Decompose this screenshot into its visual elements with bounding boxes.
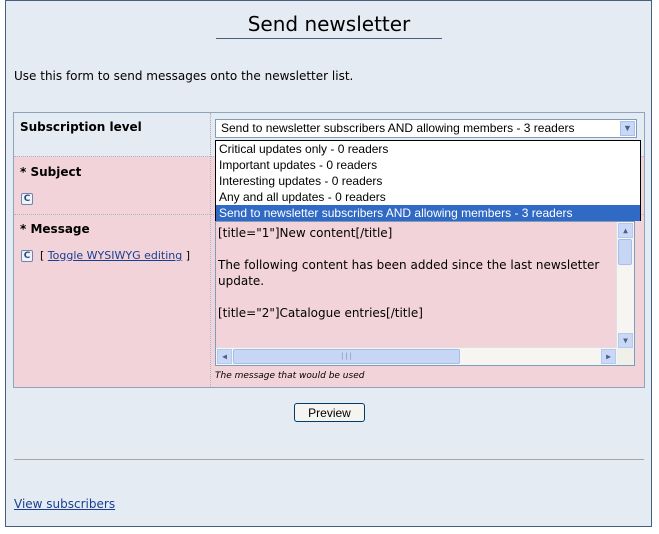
preview-button[interactable]: Preview bbox=[294, 403, 365, 422]
comcode-edit-icon[interactable]: C bbox=[21, 193, 33, 205]
toggle-wysiwyg-link[interactable]: Toggle WYSIWYG editing bbox=[48, 249, 182, 262]
message-content[interactable]: [title="1"]New content[/title] The follo… bbox=[218, 225, 614, 321]
horizontal-scroll-thumb[interactable]: ||| bbox=[233, 349, 460, 364]
subscription-level-select[interactable]: Send to newsletter subscribers AND allow… bbox=[215, 119, 637, 138]
scroll-down-icon[interactable]: ▼ bbox=[618, 333, 633, 348]
toggle-bracket-open: [ bbox=[40, 249, 45, 262]
message-hint: The message that would be used bbox=[215, 371, 365, 381]
vertical-scrollbar[interactable]: ▲ ▼ bbox=[616, 222, 634, 349]
dropdown-option[interactable]: Critical updates only - 0 readers bbox=[216, 141, 640, 157]
toggle-bracket-close: ] bbox=[185, 249, 191, 262]
subject-label: * Subject bbox=[20, 165, 81, 179]
dropdown-option[interactable]: Interesting updates - 0 readers bbox=[216, 173, 640, 189]
dropdown-option[interactable]: Important updates - 0 readers bbox=[216, 157, 640, 173]
intro-text: Use this form to send messages onto the … bbox=[14, 69, 354, 83]
comcode-edit-icon[interactable]: C bbox=[21, 250, 33, 262]
horizontal-scrollbar[interactable]: ◀ ||| ▶ bbox=[216, 347, 617, 365]
dropdown-option[interactable]: Any and all updates - 0 readers bbox=[216, 189, 640, 205]
title-underline bbox=[216, 38, 442, 39]
subject-label-text: Subject bbox=[30, 165, 82, 179]
wysiwyg-toggle: [ Toggle WYSIWYG editing ] bbox=[40, 249, 190, 262]
message-label-text: Message bbox=[30, 222, 90, 236]
vertical-scroll-thumb[interactable] bbox=[618, 239, 632, 265]
subscription-level-label: Subscription level bbox=[20, 120, 142, 134]
scrollbar-corner bbox=[617, 348, 634, 365]
view-subscribers-link[interactable]: View subscribers bbox=[14, 497, 115, 511]
divider bbox=[14, 459, 644, 460]
dropdown-option-selected[interactable]: Send to newsletter subscribers AND allow… bbox=[216, 205, 640, 221]
page-title: Send newsletter bbox=[247, 12, 411, 36]
message-label: * Message bbox=[20, 222, 90, 236]
chevron-down-icon[interactable]: ▼ bbox=[620, 121, 635, 136]
scroll-left-icon[interactable]: ◀ bbox=[217, 349, 232, 364]
subscription-level-selected: Send to newsletter subscribers AND allow… bbox=[221, 121, 575, 135]
scroll-up-icon[interactable]: ▲ bbox=[618, 223, 633, 238]
scroll-right-icon[interactable]: ▶ bbox=[601, 349, 616, 364]
subscription-level-options[interactable]: Critical updates only - 0 readers Import… bbox=[215, 140, 641, 221]
message-textarea[interactable]: [title="1"]New content[/title] The follo… bbox=[215, 221, 635, 366]
required-mark: * bbox=[20, 222, 27, 236]
column-divider bbox=[210, 113, 212, 387]
required-mark: * bbox=[20, 165, 27, 179]
